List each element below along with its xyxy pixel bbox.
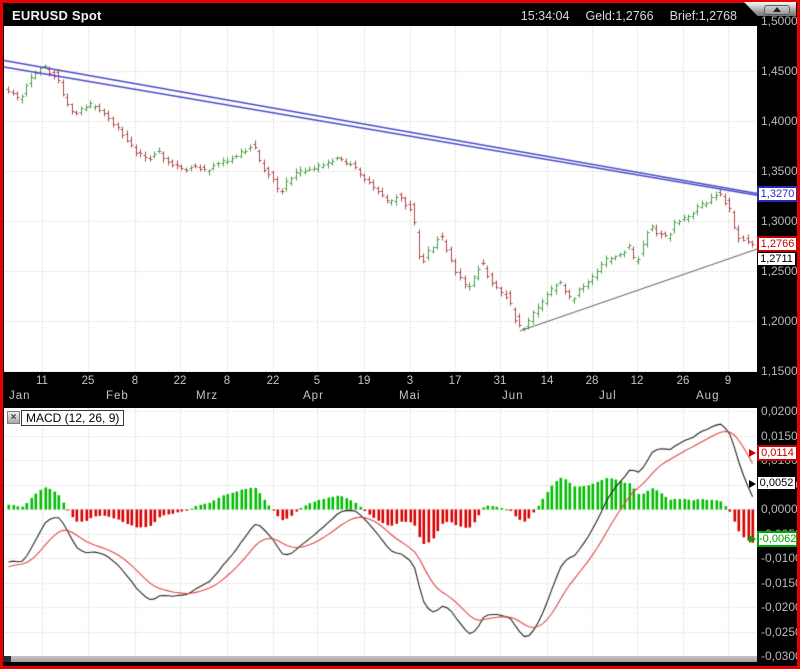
price-axis-tick: 1,4500 xyxy=(761,64,798,78)
month-axis-tick: Mai xyxy=(399,390,421,402)
macd-axis-tick: -0,0200 xyxy=(761,600,800,614)
marker-arrow-icon xyxy=(749,535,756,543)
month-axis-tick: Mrz xyxy=(196,390,218,402)
quote-strip: 15:34:04 Geld:1,2766 Brief:1,2768 xyxy=(505,9,737,23)
date-axis-tick: 19 xyxy=(351,375,377,387)
resize-handle-icon xyxy=(3,656,11,662)
date-axis-tick: 9 xyxy=(715,375,741,387)
date-axis-tick: 26 xyxy=(670,375,696,387)
month-axis-tick: Jan xyxy=(9,390,31,402)
price-chart-canvas[interactable] xyxy=(4,26,757,372)
price-axis-tick: 1,3000 xyxy=(761,214,798,228)
price-axis-tick: 1,4000 xyxy=(761,114,798,128)
panel-resize-bar[interactable] xyxy=(3,656,757,662)
month-axis-tick: Apr xyxy=(303,390,324,402)
value-marker-box: 0,0052 xyxy=(757,476,796,490)
date-axis-tick: 11 xyxy=(29,375,55,387)
chevron-pill xyxy=(764,5,790,15)
macd-indicator-label[interactable]: MACD (12, 26, 9) xyxy=(21,410,124,426)
marker-arrow-icon xyxy=(749,480,756,488)
value-marker-box: 1,2711 xyxy=(757,252,796,266)
chart-window: EURUSD Spot 15:34:04 Geld:1,2766 Brief:1,2… xyxy=(0,0,800,669)
date-axis-tick: 22 xyxy=(260,375,286,387)
marker-arrow-icon xyxy=(749,449,756,457)
date-axis-tick: 5 xyxy=(304,375,330,387)
date-axis-tick: 3 xyxy=(397,375,423,387)
price-axis-tick: 1,5000 xyxy=(761,14,798,28)
date-axis-tick: 25 xyxy=(75,375,101,387)
value-marker-box: 1,2766 xyxy=(757,236,798,252)
price-axis-tick: 1,2000 xyxy=(761,314,798,328)
month-axis-tick: Jul xyxy=(599,390,617,402)
ask-value: Brief:1,2768 xyxy=(670,9,737,23)
month-axis-tick: Aug xyxy=(696,390,719,402)
macd-axis-tick: -0,0150 xyxy=(761,576,800,590)
time-display: 15:34:04 xyxy=(521,9,570,23)
date-axis-tick: 14 xyxy=(534,375,560,387)
macd-axis-tick: -0,0300 xyxy=(761,649,800,663)
month-axis-tick: Jun xyxy=(502,390,524,402)
value-marker-box: 1,3270 xyxy=(757,186,798,202)
macd-axis-tick: 0,0200 xyxy=(761,404,798,418)
date-axis-tick: 28 xyxy=(579,375,605,387)
macd-axis-tick: 0,0150 xyxy=(761,429,798,443)
month-axis-tick: Feb xyxy=(106,390,129,402)
title-bar: EURUSD Spot 15:34:04 Geld:1,2766 Brief:1,2… xyxy=(3,3,797,26)
macd-axis-tick: -0,0250 xyxy=(761,625,800,639)
macd-chart-canvas[interactable] xyxy=(4,408,757,656)
value-marker-box: 0,0114 xyxy=(757,445,798,461)
page-title: EURUSD Spot xyxy=(12,8,102,23)
date-axis-tick: 8 xyxy=(122,375,148,387)
date-axis-tick: 12 xyxy=(624,375,650,387)
chevron-up-icon xyxy=(773,7,781,12)
value-marker-box: -0,0062 xyxy=(757,531,798,547)
date-axis-tick: 17 xyxy=(442,375,468,387)
close-icon[interactable]: × xyxy=(7,411,20,424)
macd-axis-tick: 0,0000 xyxy=(761,502,798,516)
date-axis-tick: 8 xyxy=(214,375,240,387)
price-axis-tick: 1,2500 xyxy=(761,264,798,278)
price-axis-tick: 1,3500 xyxy=(761,164,798,178)
price-axis-tick: 1,1500 xyxy=(761,364,798,378)
macd-axis-tick: -0,0100 xyxy=(761,551,800,565)
bid-value: Geld:1,2766 xyxy=(585,9,653,23)
date-axis-tick: 22 xyxy=(167,375,193,387)
date-axis-tick: 31 xyxy=(487,375,513,387)
